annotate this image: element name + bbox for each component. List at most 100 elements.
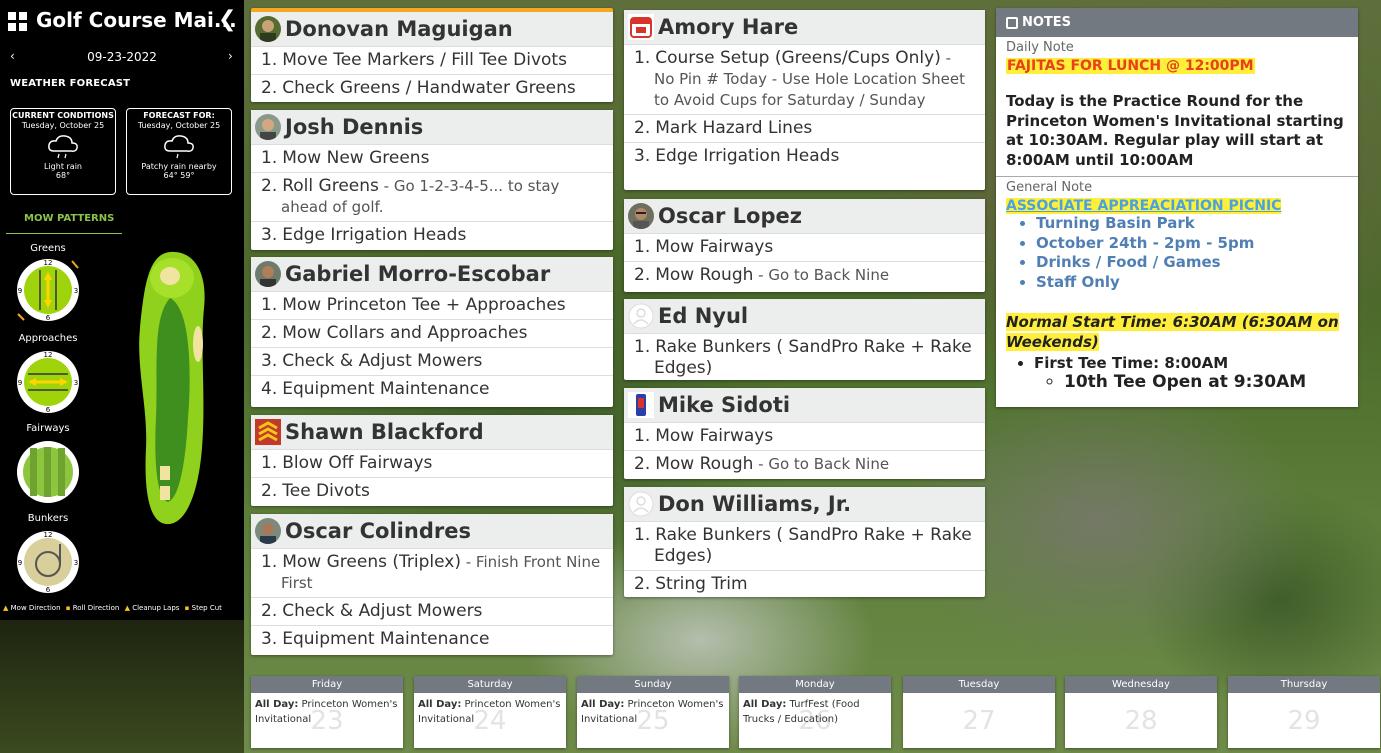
general-note: General Note ASSOCIATE APPREACIATION PIC… — [996, 177, 1358, 398]
first-tee-time: First Tee Time: 8:00AM 10th Tee Open at … — [1034, 354, 1348, 392]
calendar-event: All Day: Princeton Women's Invitational — [255, 699, 398, 725]
forecast-temperature: 64° 59° — [163, 171, 195, 180]
forecast-heading: FORECAST FOR: — [143, 111, 215, 120]
pattern-label-greens: Greens — [30, 243, 66, 254]
list-item: 1. Move Tee Markers / Fill Tee Divots — [251, 46, 613, 74]
list-item: 2. String Trim — [624, 570, 985, 598]
calendar-day-label: Wednesday — [1065, 676, 1217, 693]
general-note-label: General Note — [1006, 180, 1093, 195]
forecast-box: FORECAST FOR: Tuesday, October 25 Patchy… — [126, 108, 232, 195]
calendar-event: All Day: TurfFest (Food Trucks / Educati… — [743, 699, 860, 725]
calendar-day-number: 28 — [1124, 706, 1158, 736]
daily-note-body: Today is the Practice Round for the Prin… — [1006, 92, 1344, 169]
task-list: 1. Rake Bunkers ( SandPro Rake + Rake Edg… — [624, 333, 985, 382]
svg-text:9: 9 — [18, 559, 22, 567]
avatar — [255, 261, 281, 287]
list-item: 3. Edge Irrigation Heads — [624, 142, 985, 170]
employee-name: Ed Nyul — [658, 304, 749, 328]
list-item: 2. Tee Divots — [251, 477, 613, 505]
svg-text:9: 9 — [18, 287, 22, 295]
tee-times: First Tee Time: 8:00AM 10th Tee Open at … — [1034, 354, 1348, 392]
mow-patterns-underline — [6, 233, 122, 234]
calendar-day-thursday[interactable]: Thursday 29 — [1228, 676, 1380, 748]
avatar — [628, 392, 654, 418]
card-header: Ed Nyul — [624, 299, 985, 333]
calendar-day-label: Friday — [251, 676, 403, 693]
svg-text:12: 12 — [44, 351, 53, 359]
military-rank-icon — [255, 419, 281, 445]
task-card-ed-nyul: Ed Nyul 1. Rake Bunkers ( SandPro Rake + … — [624, 299, 985, 380]
card-header: Don Williams, Jr. — [624, 487, 985, 521]
next-day-button[interactable]: › — [228, 49, 233, 63]
task-card-oscar-colindres: Oscar Colindres 1. Mow Greens (Triplex) -… — [251, 514, 613, 655]
calendar-day-number: 29 — [1287, 706, 1321, 736]
golf-hole-diagram — [139, 251, 205, 525]
calendar-day-friday[interactable]: Friday 23 All Day: Princeton Women's Inv… — [251, 676, 403, 748]
svg-text:6: 6 — [46, 314, 51, 322]
pattern-label-bunkers: Bunkers — [27, 513, 69, 524]
current-conditions-box: CURRENT CONDITIONS Tuesday, October 25 L… — [10, 108, 116, 195]
picnic-link[interactable]: ASSOCIATE APPREACIATION PICNIC — [1006, 198, 1282, 214]
mow-patterns-title: MOW PATTERNS — [24, 213, 115, 224]
approaches-pattern-dial: 12 6 9 3 — [17, 351, 79, 414]
list-item: 1. Mow Fairways — [624, 233, 985, 261]
task-list: 1. Blow Off Fairways 2. Tee Divots — [251, 449, 613, 505]
list-item: 1. Mow Princeton Tee + Approaches — [251, 291, 613, 319]
notes-title: NOTES — [1022, 15, 1072, 30]
grid-menu-icon[interactable] — [8, 12, 28, 32]
employee-name: Amory Hare — [658, 15, 799, 39]
employee-name: Don Williams, Jr. — [658, 492, 852, 516]
list-item: 1. Mow Fairways — [624, 422, 985, 450]
svg-text:9: 9 — [18, 379, 22, 387]
sidebar: Golf Course Mai... ❮ ‹ 09-23-2022 › WEAT… — [0, 0, 244, 753]
current-conditions-heading: CURRENT CONDITIONS — [12, 111, 114, 120]
employee-name: Donovan Maguigan — [285, 17, 513, 41]
calendar-day-saturday[interactable]: Saturday 24 All Day: Princeton Women's I… — [414, 676, 566, 748]
calendar-day-label: Tuesday — [903, 676, 1055, 693]
list-item: 1. Blow Off Fairways — [251, 449, 613, 477]
note-icon — [1006, 16, 1018, 29]
employee-name: Gabriel Morro-Escobar — [285, 262, 551, 286]
card-header: Gabriel Morro-Escobar — [251, 257, 613, 291]
legend-step-cut: ▪ Step Cut — [184, 604, 222, 612]
calendar-day-tuesday[interactable]: Tuesday 27 — [903, 676, 1055, 748]
card-header: Oscar Lopez — [624, 199, 985, 233]
task-card-amory-hare: Amory Hare 1. Course Setup (Greens/Cups O… — [624, 10, 985, 190]
calendar-day-label: Saturday — [414, 676, 566, 693]
avatar — [255, 518, 281, 544]
calendar-day-monday[interactable]: Monday 26 All Day: TurfFest (Food Trucks… — [739, 676, 891, 748]
default-user-icon — [628, 303, 654, 329]
svg-text:6: 6 — [46, 406, 51, 414]
collapse-sidebar-button[interactable]: ❮ — [218, 7, 236, 32]
list-item: 1. Rake Bunkers ( SandPro Rake + Rake Edg… — [624, 521, 985, 570]
calendar-day-sunday[interactable]: Sunday 25 All Day: Princeton Women's Inv… — [577, 676, 729, 748]
employee-name: Oscar Lopez — [658, 204, 802, 228]
task-list: 1. Mow New Greens 2. Roll Greens - Go 1-2-… — [251, 144, 613, 249]
forecast-condition-text: Patchy rain nearby — [141, 162, 217, 171]
current-date: 09-23-2022 — [87, 50, 157, 64]
task-list: 1. Mow Fairways 2. Mow Rough - Go to Back … — [624, 422, 985, 478]
mow-legend: ▲ Mow Direction ▪ Roll Direction ▲ Clean… — [0, 604, 244, 612]
employee-name: Oscar Colindres — [285, 519, 471, 543]
calendar-day-label: Sunday — [577, 676, 729, 693]
list-item: 3. Equipment Maintenance — [251, 625, 613, 653]
task-list: 1. Mow Greens (Triplex) - Finish Front Ni… — [251, 548, 613, 653]
calendar-day-wednesday[interactable]: Wednesday 28 — [1065, 676, 1217, 748]
fairways-pattern-dial — [17, 441, 79, 503]
list-item: 1. Mow New Greens — [251, 144, 613, 172]
picnic-details: Turning Basin Park October 24th - 2pm - … — [1036, 214, 1348, 292]
svg-text:3: 3 — [74, 559, 78, 567]
employee-name: Shawn Blackford — [285, 420, 484, 444]
normal-start-time: Normal Start Time: 6:30AM (6:30AM on Wee… — [1006, 313, 1339, 351]
list-item: 2. Mow Rough - Go to Back Nine — [624, 261, 985, 289]
sidebar-footer-image — [0, 620, 244, 753]
card-header: Mike Sidoti — [624, 388, 985, 422]
task-card-oscar-lopez: Oscar Lopez 1. Mow Fairways 2. Mow Rough -… — [624, 199, 985, 292]
list-item: 2. Mark Hazard Lines — [624, 114, 985, 142]
notes-panel: NOTES Daily Note FAJITAS FOR LUNCH @ 12:… — [996, 8, 1358, 407]
list-item: Turning Basin Park — [1036, 214, 1348, 234]
list-item: Staff Only — [1036, 273, 1348, 293]
legend-roll-direction: ▪ Roll Direction — [65, 604, 120, 612]
calendar-event: All Day: Princeton Women's Invitational — [581, 699, 724, 725]
list-item: 2. Check & Adjust Mowers — [251, 597, 613, 625]
